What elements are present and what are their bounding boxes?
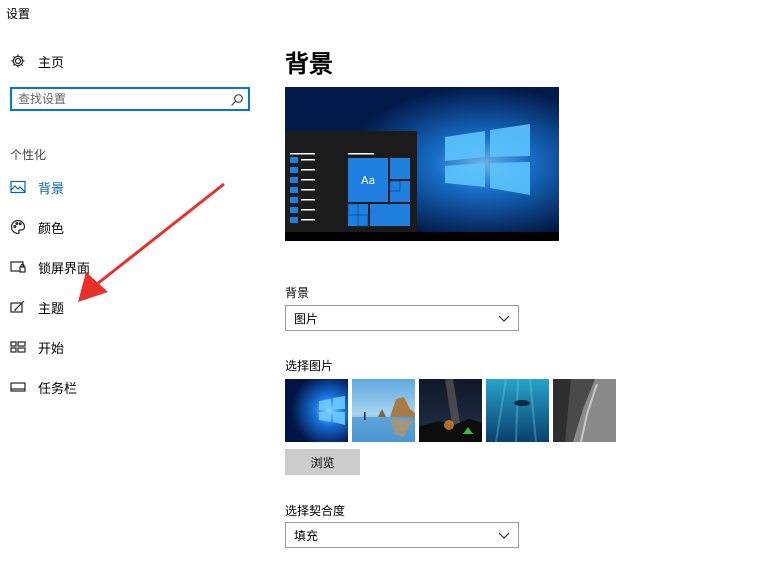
nav-item-taskbar[interactable]: 任务栏 bbox=[10, 372, 250, 402]
fit-dropdown[interactable]: 填充 bbox=[285, 522, 519, 548]
background-type-label: 背景 bbox=[285, 286, 310, 300]
picture-thumbnails bbox=[285, 379, 616, 442]
thumbnail-rock-cliff[interactable] bbox=[553, 379, 616, 442]
background-type-dropdown[interactable]: 图片 bbox=[285, 305, 519, 331]
thumbnail-night-sky[interactable] bbox=[419, 379, 482, 442]
start-grid-icon bbox=[10, 339, 26, 355]
nav-label-taskbar: 任务栏 bbox=[38, 381, 78, 397]
search-box[interactable] bbox=[10, 87, 250, 111]
fit-value: 填充 bbox=[294, 528, 319, 543]
palette-icon bbox=[10, 219, 26, 235]
search-icon[interactable] bbox=[230, 92, 244, 106]
fit-label: 选择契合度 bbox=[285, 504, 346, 518]
thumbnail-beach-rocks[interactable] bbox=[352, 379, 415, 442]
chevron-down-icon bbox=[498, 529, 510, 541]
home-nav-item[interactable]: 主页 bbox=[10, 51, 64, 71]
thumbnail-windows-hero[interactable] bbox=[285, 379, 348, 442]
choose-picture-label: 选择图片 bbox=[285, 359, 334, 373]
background-preview: Aa bbox=[285, 87, 559, 241]
nav-item-start[interactable]: 开始 bbox=[10, 332, 250, 362]
preview-tile-text: Aa bbox=[361, 174, 376, 187]
window-title: 设置 bbox=[6, 7, 31, 21]
chevron-down-icon bbox=[498, 312, 510, 324]
page-title: 背景 bbox=[285, 50, 333, 78]
nav-label-start: 开始 bbox=[38, 341, 65, 357]
gear-icon bbox=[10, 53, 26, 69]
browse-button[interactable]: 浏览 bbox=[285, 449, 360, 475]
thumbnail-underwater[interactable] bbox=[486, 379, 549, 442]
picture-icon bbox=[10, 179, 26, 195]
section-heading: 个性化 bbox=[10, 148, 47, 162]
taskbar-icon bbox=[10, 379, 26, 395]
background-type-value: 图片 bbox=[294, 311, 319, 326]
theme-brush-icon bbox=[10, 299, 26, 315]
nav-label-colors: 颜色 bbox=[38, 221, 65, 237]
lock-screen-icon bbox=[10, 259, 26, 275]
annotation-arrow bbox=[78, 182, 225, 302]
home-label: 主页 bbox=[38, 55, 65, 71]
nav-label-background: 背景 bbox=[38, 181, 65, 197]
nav-label-themes: 主题 bbox=[38, 301, 65, 317]
search-input[interactable] bbox=[12, 90, 230, 108]
